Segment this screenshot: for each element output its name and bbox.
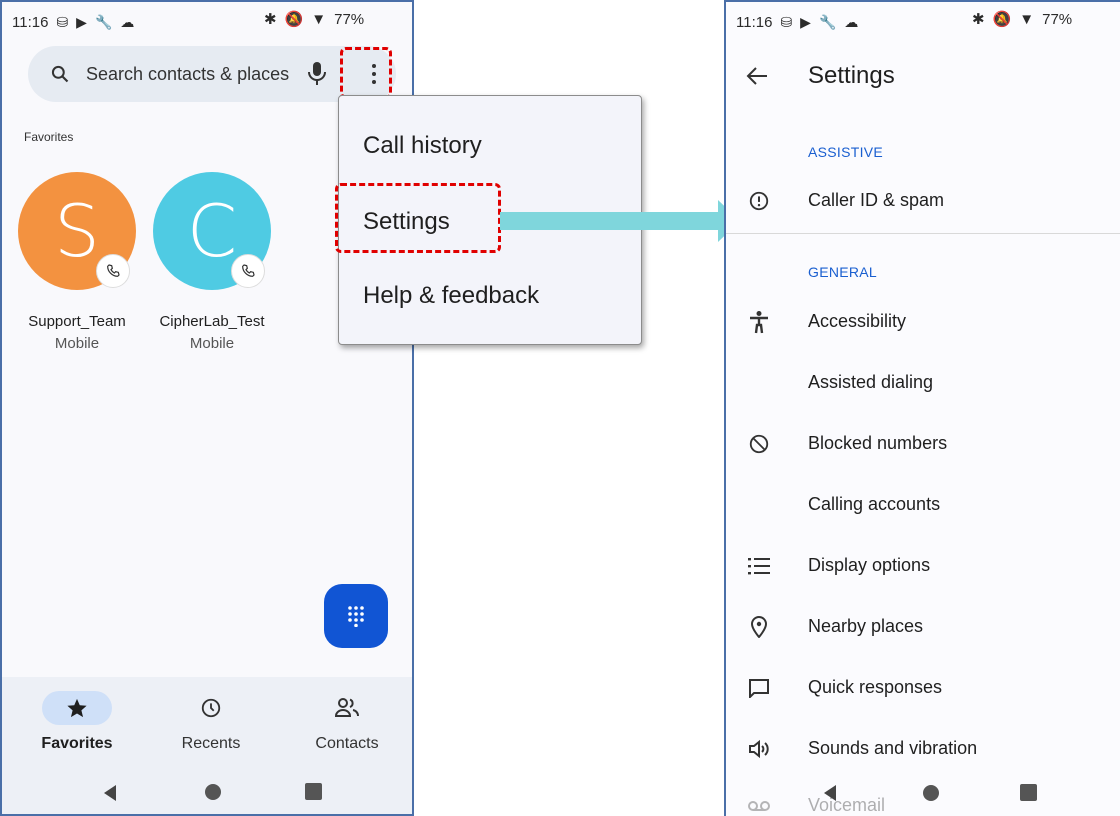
dialpad-button[interactable] bbox=[324, 584, 388, 648]
status-bar-right: ✱ 🔕 ▼ 77% bbox=[264, 10, 365, 29]
setting-label: Quick responses bbox=[808, 677, 943, 697]
status-bar-right: ✱ 🔕 ▼ 77% bbox=[972, 10, 1073, 29]
favorites-heading: Favorites bbox=[24, 130, 74, 144]
call-contact-button[interactable] bbox=[96, 254, 130, 288]
contact-name[interactable]: CipherLab_Test bbox=[137, 313, 287, 330]
back-arrow-icon[interactable] bbox=[746, 66, 768, 86]
setting-calling-accounts[interactable]: Calling accounts bbox=[726, 476, 1120, 536]
alert-circle-icon bbox=[746, 188, 772, 214]
contact-number-type: Mobile bbox=[54, 335, 100, 352]
menu-item-help-feedback[interactable]: Help & feedback bbox=[363, 282, 539, 310]
setting-sounds-vibration[interactable]: Sounds and vibration bbox=[726, 720, 1120, 780]
speaker-icon bbox=[746, 736, 772, 762]
section-header-assistive: ASSISTIVE bbox=[808, 144, 884, 160]
sim-icon: ⛁ bbox=[56, 13, 69, 30]
status-bar: 11:16 ⛁ ▶ 🔧 ☁ bbox=[736, 10, 866, 34]
wifi-icon: ▼ bbox=[311, 10, 327, 28]
setting-label: Assisted dialing bbox=[808, 372, 934, 392]
voicemail-icon bbox=[746, 793, 772, 816]
bottom-navigation: Favorites Recents Contacts bbox=[2, 677, 412, 814]
setting-label: Nearby places bbox=[808, 616, 924, 636]
setting-quick-responses[interactable]: Quick responses bbox=[726, 659, 1120, 719]
section-header-general: GENERAL bbox=[808, 264, 878, 280]
phone-icon bbox=[107, 264, 120, 277]
setting-label: Caller ID & spam bbox=[808, 190, 945, 210]
youtube-icon: ▶ bbox=[76, 13, 87, 30]
flow-arrow-icon bbox=[500, 200, 740, 242]
home-nav-icon[interactable] bbox=[204, 783, 222, 801]
cloud-icon: ☁ bbox=[120, 13, 135, 30]
people-icon bbox=[334, 698, 360, 717]
mute-icon: 🔕 bbox=[992, 11, 1012, 28]
youtube-icon: ▶ bbox=[800, 13, 811, 30]
wrench-icon: 🔧 bbox=[94, 13, 113, 30]
home-nav-icon[interactable] bbox=[922, 784, 940, 802]
phone-icon bbox=[242, 264, 255, 277]
setting-label: Sounds and vibration bbox=[808, 738, 978, 758]
menu-item-call-history[interactable]: Call history bbox=[363, 132, 482, 160]
setting-label: Display options bbox=[808, 555, 931, 575]
setting-accessibility[interactable]: Accessibility bbox=[726, 293, 1120, 353]
tab-label: Contacts bbox=[315, 735, 379, 752]
search-icon bbox=[51, 65, 69, 83]
tab-label: Favorites bbox=[41, 735, 113, 752]
list-icon bbox=[746, 553, 772, 579]
recents-nav-icon[interactable] bbox=[305, 783, 322, 800]
avatar-initial: S bbox=[54, 189, 100, 273]
setting-assisted-dialing[interactable]: Assisted dialing bbox=[726, 354, 1120, 414]
sim-icon: ⛁ bbox=[780, 13, 793, 30]
back-nav-icon[interactable] bbox=[100, 783, 120, 803]
star-icon bbox=[67, 698, 87, 718]
tab-contacts[interactable]: Contacts bbox=[292, 691, 402, 753]
setting-label: Blocked numbers bbox=[808, 433, 948, 453]
battery-level: 77% bbox=[1042, 10, 1073, 28]
clock-icon bbox=[201, 698, 221, 718]
wrench-icon: 🔧 bbox=[818, 13, 837, 30]
back-nav-icon[interactable] bbox=[820, 783, 840, 803]
setting-label: Calling accounts bbox=[808, 494, 941, 514]
location-pin-icon bbox=[746, 614, 772, 640]
setting-blocked-numbers[interactable]: Blocked numbers bbox=[726, 415, 1120, 475]
setting-caller-id-spam[interactable]: Caller ID & spam bbox=[726, 172, 1120, 232]
accessibility-icon bbox=[746, 309, 772, 335]
mute-icon: 🔕 bbox=[284, 11, 304, 28]
block-icon bbox=[746, 431, 772, 457]
page-title: Settings bbox=[808, 62, 895, 89]
bluetooth-icon: ✱ bbox=[264, 11, 277, 28]
highlight-more-button bbox=[340, 47, 392, 99]
call-contact-button[interactable] bbox=[231, 254, 265, 288]
battery-level: 77% bbox=[334, 10, 365, 28]
search-input[interactable]: Search contacts & places bbox=[86, 64, 289, 85]
wifi-icon: ▼ bbox=[1019, 10, 1035, 28]
bluetooth-icon: ✱ bbox=[972, 11, 985, 28]
status-time: 11:16 bbox=[12, 13, 49, 31]
tab-label: Recents bbox=[181, 735, 241, 752]
setting-display-options[interactable]: Display options bbox=[726, 537, 1120, 597]
setting-label: Accessibility bbox=[808, 311, 907, 331]
message-icon bbox=[746, 675, 772, 701]
avatar-initial: C bbox=[186, 189, 238, 273]
tab-recents[interactable]: Recents bbox=[156, 691, 266, 753]
recents-nav-icon[interactable] bbox=[1020, 784, 1037, 801]
status-time: 11:16 bbox=[736, 13, 773, 31]
dialpad-icon bbox=[348, 606, 364, 627]
microphone-icon[interactable] bbox=[306, 60, 328, 88]
highlight-settings-item bbox=[335, 183, 501, 253]
setting-nearby-places[interactable]: Nearby places bbox=[726, 598, 1120, 658]
cloud-icon: ☁ bbox=[844, 13, 859, 30]
contact-number-type: Mobile bbox=[189, 335, 235, 352]
settings-screen: 11:16 ⛁ ▶ 🔧 ☁ ✱ 🔕 ▼ 77% Settings ASSISTI… bbox=[724, 0, 1120, 816]
contact-name[interactable]: Support_Team bbox=[2, 313, 152, 330]
status-bar: 11:16 ⛁ ▶ 🔧 ☁ bbox=[12, 10, 142, 34]
section-divider bbox=[726, 233, 1120, 234]
tab-favorites[interactable]: Favorites bbox=[22, 691, 132, 753]
